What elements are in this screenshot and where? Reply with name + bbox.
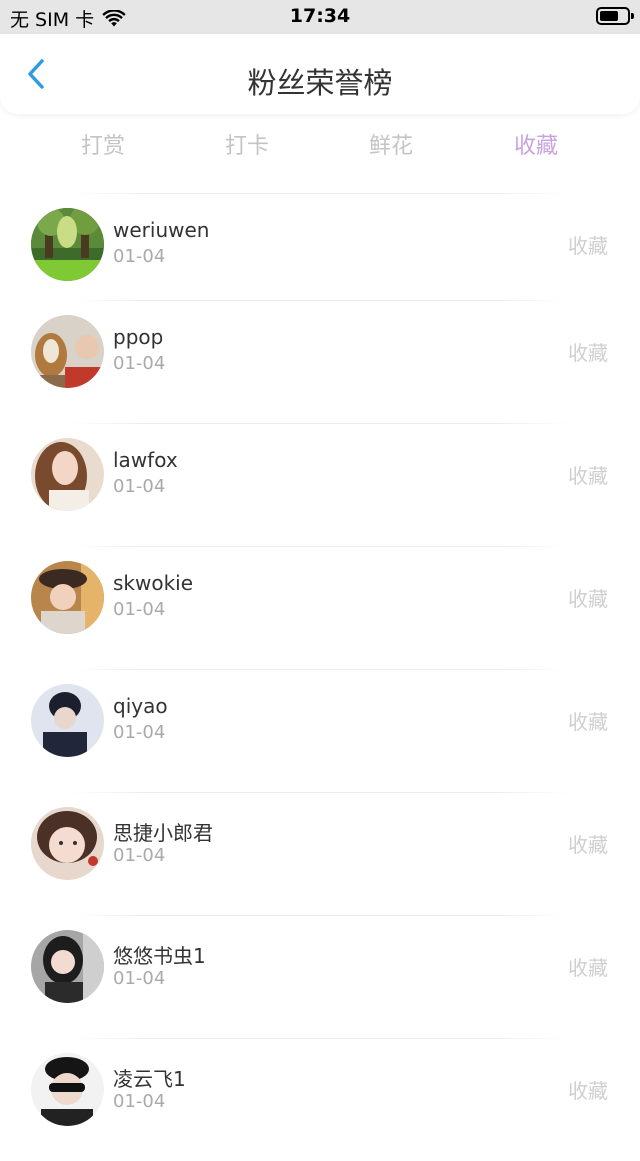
fan-name: lawfox <box>113 448 178 472</box>
avatar[interactable] <box>31 438 104 511</box>
nav-bar: 粉丝荣誉榜 <box>0 34 640 114</box>
tab-checkin[interactable]: 打卡 <box>187 128 307 160</box>
row-divider <box>70 546 570 547</box>
favorite-label[interactable]: 收藏 <box>568 829 608 858</box>
fan-date: 01-04 <box>113 246 166 267</box>
row-divider <box>70 915 570 916</box>
favorite-label[interactable]: 收藏 <box>568 1075 608 1104</box>
avatar[interactable] <box>31 807 104 880</box>
fan-name: 思捷小郎君 <box>113 821 213 845</box>
list-item[interactable]: qiyao 01-04 收藏 <box>0 669 640 792</box>
favorite-label[interactable]: 收藏 <box>568 952 608 981</box>
fan-name: skwokie <box>113 571 194 595</box>
fan-name: weriuwen <box>113 218 210 242</box>
fan-name: ppop <box>113 325 164 349</box>
fan-date: 01-04 <box>113 599 166 620</box>
avatar[interactable] <box>31 930 104 1003</box>
fan-name: 凌云飞1 <box>113 1067 186 1091</box>
favorite-label[interactable]: 收藏 <box>568 460 608 489</box>
status-time: 17:34 <box>289 5 351 27</box>
tab-bar: 打赏 打卡 鲜花 收藏 <box>0 128 640 164</box>
tab-reward[interactable]: 打赏 <box>43 128 163 160</box>
avatar[interactable] <box>31 561 104 634</box>
row-divider <box>70 669 570 670</box>
page-title: 粉丝荣誉榜 <box>247 66 393 100</box>
avatar[interactable] <box>31 684 104 757</box>
avatar[interactable] <box>31 1053 104 1126</box>
list-item[interactable]: 思捷小郎君 01-04 收藏 <box>0 792 640 915</box>
list-item[interactable]: skwokie 01-04 收藏 <box>0 546 640 669</box>
favorite-label[interactable]: 收藏 <box>568 706 608 735</box>
tab-flowers[interactable]: 鲜花 <box>331 128 451 160</box>
fan-date: 01-04 <box>113 722 166 743</box>
list-item[interactable]: ppop 01-04 收藏 <box>0 300 640 423</box>
favorite-label[interactable]: 收藏 <box>568 337 608 366</box>
fan-date: 01-04 <box>113 845 166 866</box>
fan-date: 01-04 <box>113 1091 166 1112</box>
battery-icon <box>596 7 634 25</box>
avatar[interactable] <box>31 315 104 388</box>
avatar[interactable] <box>31 208 104 281</box>
fan-date: 01-04 <box>113 476 166 497</box>
list-item[interactable]: 悠悠书虫1 01-04 收藏 <box>0 915 640 1038</box>
row-divider <box>70 792 570 793</box>
tab-favorites[interactable]: 收藏 <box>476 128 596 160</box>
fan-name: qiyao <box>113 694 168 718</box>
list-item[interactable]: weriuwen 01-04 收藏 <box>0 193 640 316</box>
list-item[interactable]: lawfox 01-04 收藏 <box>0 423 640 546</box>
row-divider <box>70 423 570 424</box>
status-bar: 无 SIM 卡 17:34 <box>0 0 640 34</box>
row-divider <box>70 193 570 194</box>
fan-date: 01-04 <box>113 353 166 374</box>
fan-name: 悠悠书虫1 <box>113 944 206 968</box>
list-item[interactable]: 凌云飞1 01-04 收藏 <box>0 1038 640 1161</box>
favorite-label[interactable]: 收藏 <box>568 583 608 612</box>
row-divider <box>70 1038 570 1039</box>
fan-date: 01-04 <box>113 968 166 989</box>
favorite-label[interactable]: 收藏 <box>568 230 608 259</box>
row-divider <box>70 300 570 301</box>
